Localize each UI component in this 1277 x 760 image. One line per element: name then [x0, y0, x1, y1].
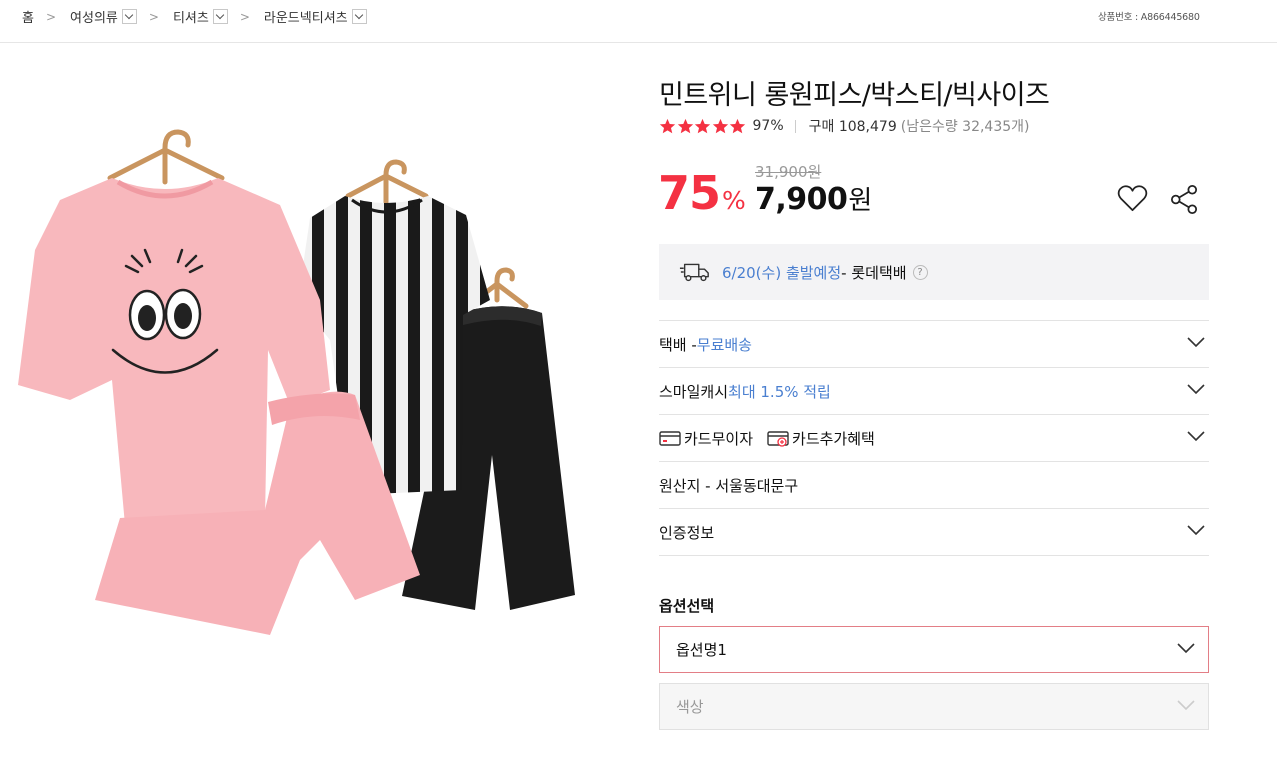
sale-price-value: 7,900	[755, 182, 848, 217]
breadcrumb-separator: >	[239, 9, 250, 24]
discount-rate-value: 75	[658, 166, 721, 220]
breadcrumb-roundneck-label: 라운드넥티셔츠	[263, 11, 348, 26]
shipping-carrier: - 롯데택배	[841, 263, 907, 282]
origin-label: 원산지 - 서울동대문구	[659, 476, 799, 495]
help-icon[interactable]: ?	[912, 264, 928, 280]
chevron-down-icon[interactable]	[351, 9, 367, 24]
chevron-down-icon	[1177, 643, 1195, 654]
certification-label: 인증정보	[659, 523, 715, 542]
benefit-info-list: 택배 - 무료배송 스마일캐시 최대 1.5% 적립 카드무이자 카드추가혜택 …	[659, 320, 1209, 556]
rating-stars[interactable]	[659, 118, 747, 135]
option-select-color-label: 색상	[676, 698, 704, 716]
option-select-color[interactable]: 색상	[659, 683, 1209, 730]
breadcrumb-tshirts-label: 티셔츠	[172, 11, 209, 26]
product-image[interactable]	[0, 44, 640, 760]
card-extra-benefit-label: 카드추가혜택	[792, 429, 875, 448]
option-select-1[interactable]: 옵션명1	[659, 626, 1209, 673]
breadcrumb-roundneck[interactable]: 라운드넥티셔츠	[264, 7, 367, 26]
breadcrumb-tshirts[interactable]: 티셔츠	[173, 7, 228, 26]
star-icon	[677, 118, 693, 133]
certification-row[interactable]: 인증정보	[659, 509, 1209, 556]
breadcrumb-bar: 홈 > 여성의류 > 티셔츠 > 라운드넥티셔츠 상품번호 : A8664456…	[0, 0, 1277, 43]
sale-price-currency: 원	[848, 186, 873, 216]
product-photo-illustration	[18, 129, 575, 635]
breadcrumb-home-label: 홈	[22, 11, 34, 26]
chevron-down-icon[interactable]	[1187, 383, 1205, 395]
remaining-stock: (남은수량 32,435개)	[900, 119, 1030, 135]
rating-summary: 97% 구매 108,479 (남은수량 32,435개)	[659, 116, 1030, 136]
smilecash-value: 최대 1.5% 적립	[728, 382, 831, 401]
chevron-down-icon[interactable]	[1187, 336, 1205, 348]
option-select-1-label: 옵션명1	[676, 641, 727, 659]
divider	[794, 119, 796, 133]
shipping-info: 6/20(수) 출발예정 - 롯데택배 ?	[659, 244, 1209, 300]
share-icon[interactable]	[1168, 183, 1201, 216]
breadcrumb-separator: >	[148, 9, 159, 24]
delivery-label: 택배 -	[659, 335, 697, 354]
sale-price: 7,900원	[755, 180, 872, 217]
card-installment[interactable]: 카드무이자	[659, 428, 753, 449]
delivery-row[interactable]: 택배 - 무료배송	[659, 321, 1209, 368]
breadcrumb-home[interactable]: 홈	[22, 7, 34, 26]
discount-rate-unit: %	[722, 186, 746, 215]
product-number: 상품번호 : A866445680	[1098, 12, 1200, 23]
card-benefit-row[interactable]: 카드무이자 카드추가혜택	[659, 415, 1209, 462]
chevron-down-icon[interactable]	[1187, 524, 1205, 536]
rating-percent[interactable]: 97%	[753, 118, 784, 134]
origin-row: 원산지 - 서울동대문구	[659, 462, 1209, 509]
option-section-title: 옵션선택	[659, 597, 715, 615]
purchase-count: 구매 108,479	[808, 119, 897, 135]
chevron-down-icon[interactable]	[1187, 430, 1205, 442]
chevron-down-icon	[1177, 700, 1195, 711]
breadcrumb-women-clothing[interactable]: 여성의류	[70, 7, 137, 26]
card-installment-label: 카드무이자	[684, 429, 754, 448]
product-title: 민트위니 롱원피스/박스티/빅사이즈	[659, 80, 1050, 111]
star-icon	[694, 118, 711, 133]
breadcrumb-women-clothing-label: 여성의류	[70, 11, 118, 26]
delivery-value: 무료배송	[696, 335, 752, 354]
original-price: 31,900원	[755, 163, 822, 181]
star-icon	[712, 118, 728, 133]
shipping-date: 6/20(수) 출발예정	[722, 263, 842, 282]
card-extra-benefit[interactable]: 카드추가혜택	[767, 428, 875, 449]
breadcrumb: 홈 > 여성의류 > 티셔츠 > 라운드넥티셔츠	[22, 7, 367, 26]
discount-rate: 75%	[658, 166, 746, 220]
card-icon	[659, 430, 681, 446]
star-icon	[659, 118, 676, 133]
smilecash-row[interactable]: 스마일캐시 최대 1.5% 적립	[659, 368, 1209, 415]
chevron-down-icon[interactable]	[212, 9, 228, 24]
breadcrumb-separator: >	[45, 9, 57, 24]
smilecash-label: 스마일캐시	[659, 382, 729, 401]
card-plus-icon	[767, 430, 789, 447]
chevron-down-icon[interactable]	[121, 9, 137, 24]
heart-icon[interactable]	[1116, 182, 1149, 215]
star-icon	[729, 118, 746, 133]
truck-icon	[679, 263, 709, 282]
